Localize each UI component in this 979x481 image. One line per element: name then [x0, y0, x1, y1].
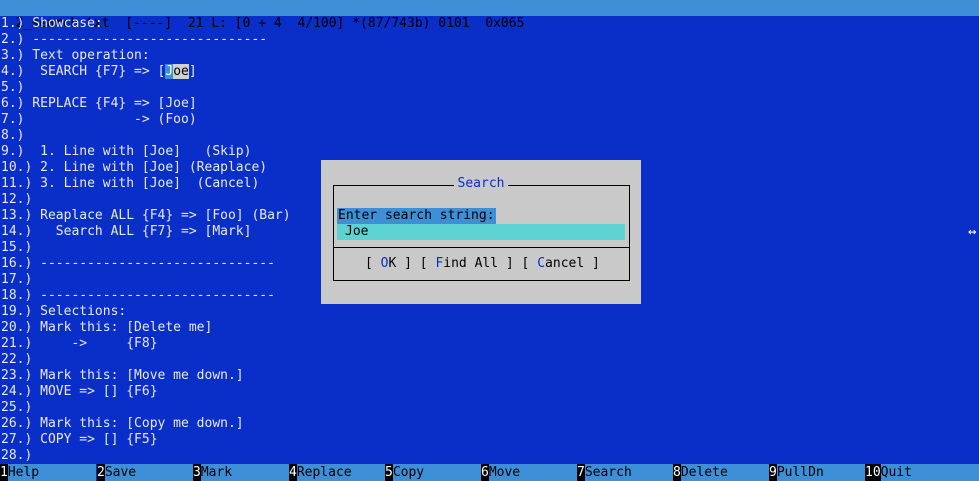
editor-line: 16.) ------------------------------ — [1, 256, 275, 271]
editor-line: 9.) 1. Line with [Joe] (Skip) — [1, 144, 252, 159]
editor-line: 17.) — [1, 272, 33, 287]
editor-line-tail: ] — [188, 64, 197, 79]
dialog-title: Search — [321, 176, 641, 192]
fkey-save[interactable]: 2Save — [97, 464, 193, 481]
fkey-mark[interactable]: 3Mark — [193, 464, 289, 481]
editor-line: 12.) — [1, 192, 33, 207]
editor-line: 7.) -> (Foo) — [1, 112, 197, 127]
editor-line: 25.) — [1, 400, 33, 415]
fkey-move[interactable]: 6Move — [481, 464, 577, 481]
ok-button[interactable]: [ OK ] — [365, 256, 412, 271]
fkey-pulldn[interactable]: 9PullDn — [769, 464, 865, 481]
fkey-delete[interactable]: 8Delete — [673, 464, 769, 481]
editor-line: 10.) 2. Line with [Joe] (Reaplace) — [1, 160, 268, 175]
editor-line: 15.) — [1, 240, 33, 255]
editor-line: 19.) Selections: — [1, 304, 127, 319]
editor-line: 24.) MOVE => [] {F6} — [1, 384, 158, 399]
editor-line: 23.) Mark this: [Move me down.] — [1, 368, 244, 383]
fkey-search[interactable]: 7Search — [577, 464, 673, 481]
search-match-highlight: oe — [173, 64, 189, 79]
editor-line: 18.) ------------------------------ — [1, 288, 275, 303]
status-bar: 2_search.txt [----] 21 L: [0 + 4 4/100] … — [0, 0, 979, 31]
search-prompt-label: Enter search string: — [337, 208, 496, 224]
editor-line: 20.) Mark this: [Delete me] — [1, 320, 213, 335]
editor-line: 26.) Mark this: [Copy me down.] — [1, 416, 244, 431]
editor-line: 3.) Text operation: — [1, 48, 150, 63]
cancel-button[interactable]: [ Cancel ] — [514, 256, 600, 271]
fkey-quit[interactable]: 10Quit — [865, 464, 979, 481]
fkey-replace[interactable]: 4Replace — [289, 464, 385, 481]
editor-line: 11.) 3. Line with [Joe] (Cancel) — [1, 176, 260, 191]
search-dialog: Search Enter search string: [ OK ] [ Fin… — [321, 160, 641, 304]
editor-line: 14.) Search ALL {F7} => [Mark] — [1, 224, 252, 239]
editor-line: 2.) ------------------------------ — [1, 32, 268, 47]
editor-line: 5.) — [1, 80, 25, 95]
editor-line: 21.) -> {F8} — [1, 336, 158, 351]
editor-line: 6.) REPLACE {F4} => [Joe] — [1, 96, 197, 111]
editor-line: 1.) Showcase: — [1, 16, 103, 31]
fkey-help[interactable]: 1Help — [0, 464, 96, 481]
editor-line: 27.) COPY => [] {F5} — [1, 432, 158, 447]
function-key-bar: 1Help 2Save 3Mark 4Replace 5Copy 6Move 7… — [0, 464, 979, 481]
search-input[interactable] — [337, 224, 625, 240]
dialog-separator — [334, 247, 629, 248]
editor-line-text: 4.) SEARCH {F7} => [ — [1, 64, 166, 79]
dialog-buttons: [ OK ] [ Find All ] [ Cancel ] — [365, 256, 600, 272]
editor-line: 22.) — [1, 352, 33, 367]
editor-line: 13.) Reaplace ALL {F4} => [Foo] (Bar) — [1, 208, 291, 223]
find-all-button[interactable]: [ Find All ] — [412, 256, 514, 271]
fkey-copy[interactable]: 5Copy — [385, 464, 481, 481]
editor-line: 28.) — [1, 448, 33, 463]
editor-line: 8.) — [1, 128, 25, 143]
mouse-resize-cursor-icon: ↔ — [968, 224, 977, 240]
editor-line-search: 4.) SEARCH {F7} => [Joe] — [1, 64, 197, 80]
